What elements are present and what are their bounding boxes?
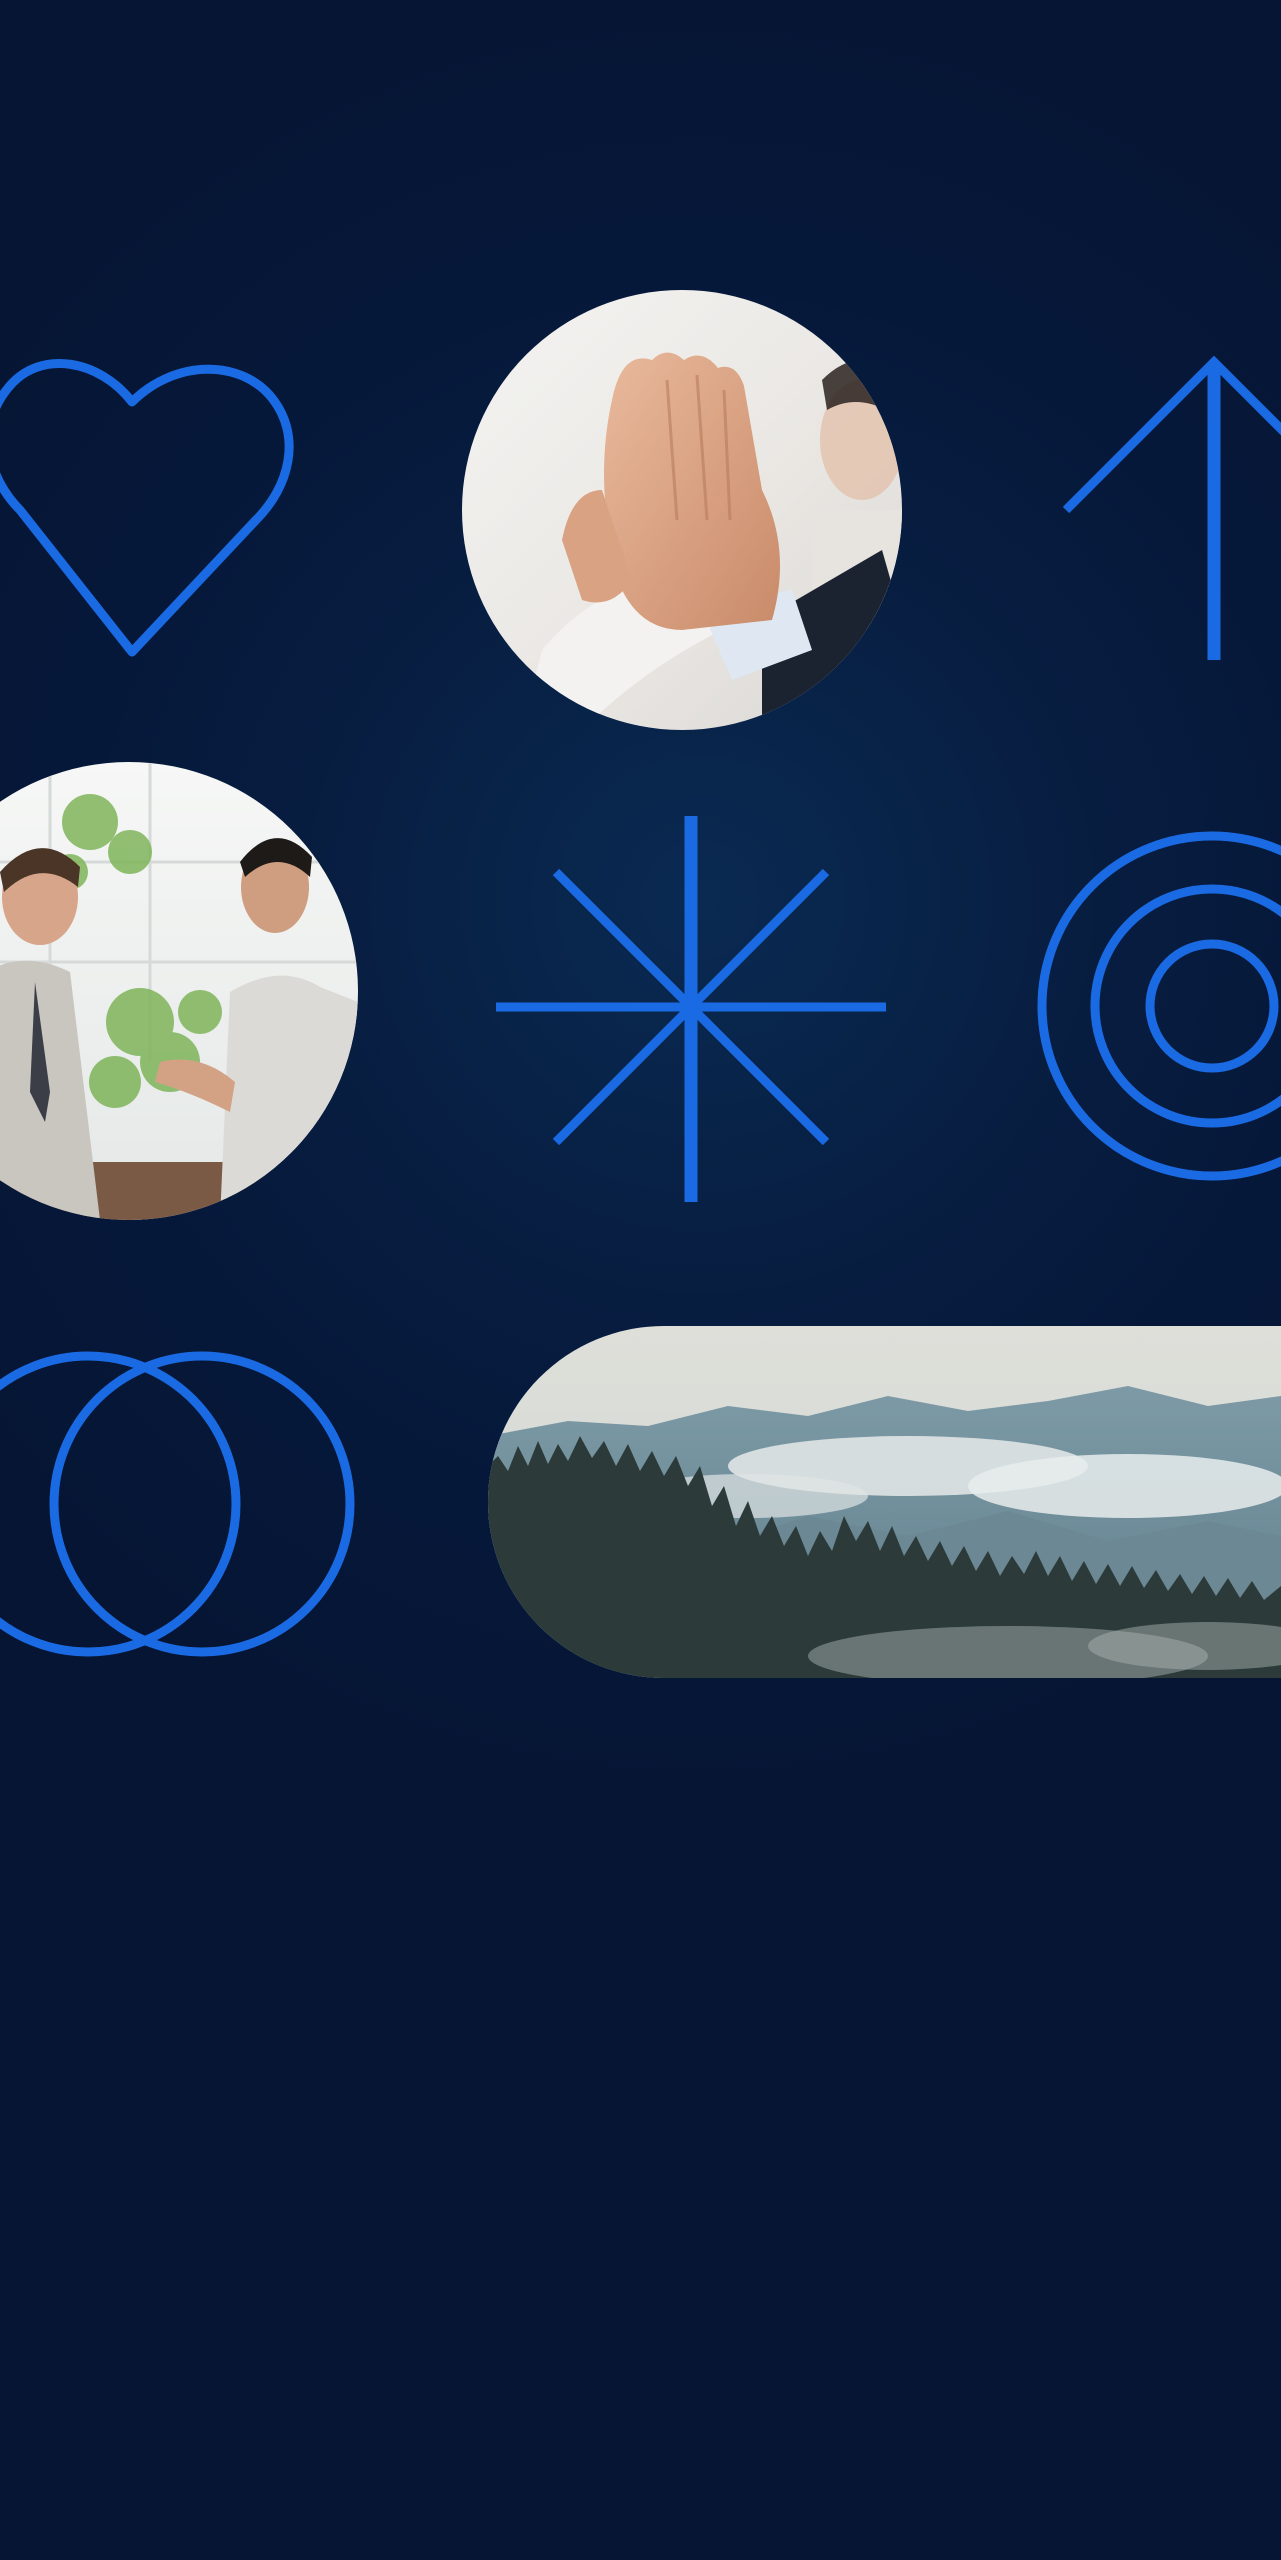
arrow-up-icon xyxy=(1062,355,1281,660)
two-businessmen-talking-photo xyxy=(0,762,358,1220)
heart-outline-icon xyxy=(0,359,294,657)
asterisk-burst-icon xyxy=(496,816,886,1202)
concentric-circles-icon xyxy=(1037,831,1281,1181)
overlapping-rings-icon xyxy=(0,1351,355,1657)
high-five-hands-photo xyxy=(462,290,902,730)
misty-mountain-forest-photo xyxy=(488,1326,1281,1678)
decorative-banner xyxy=(0,0,1281,2560)
